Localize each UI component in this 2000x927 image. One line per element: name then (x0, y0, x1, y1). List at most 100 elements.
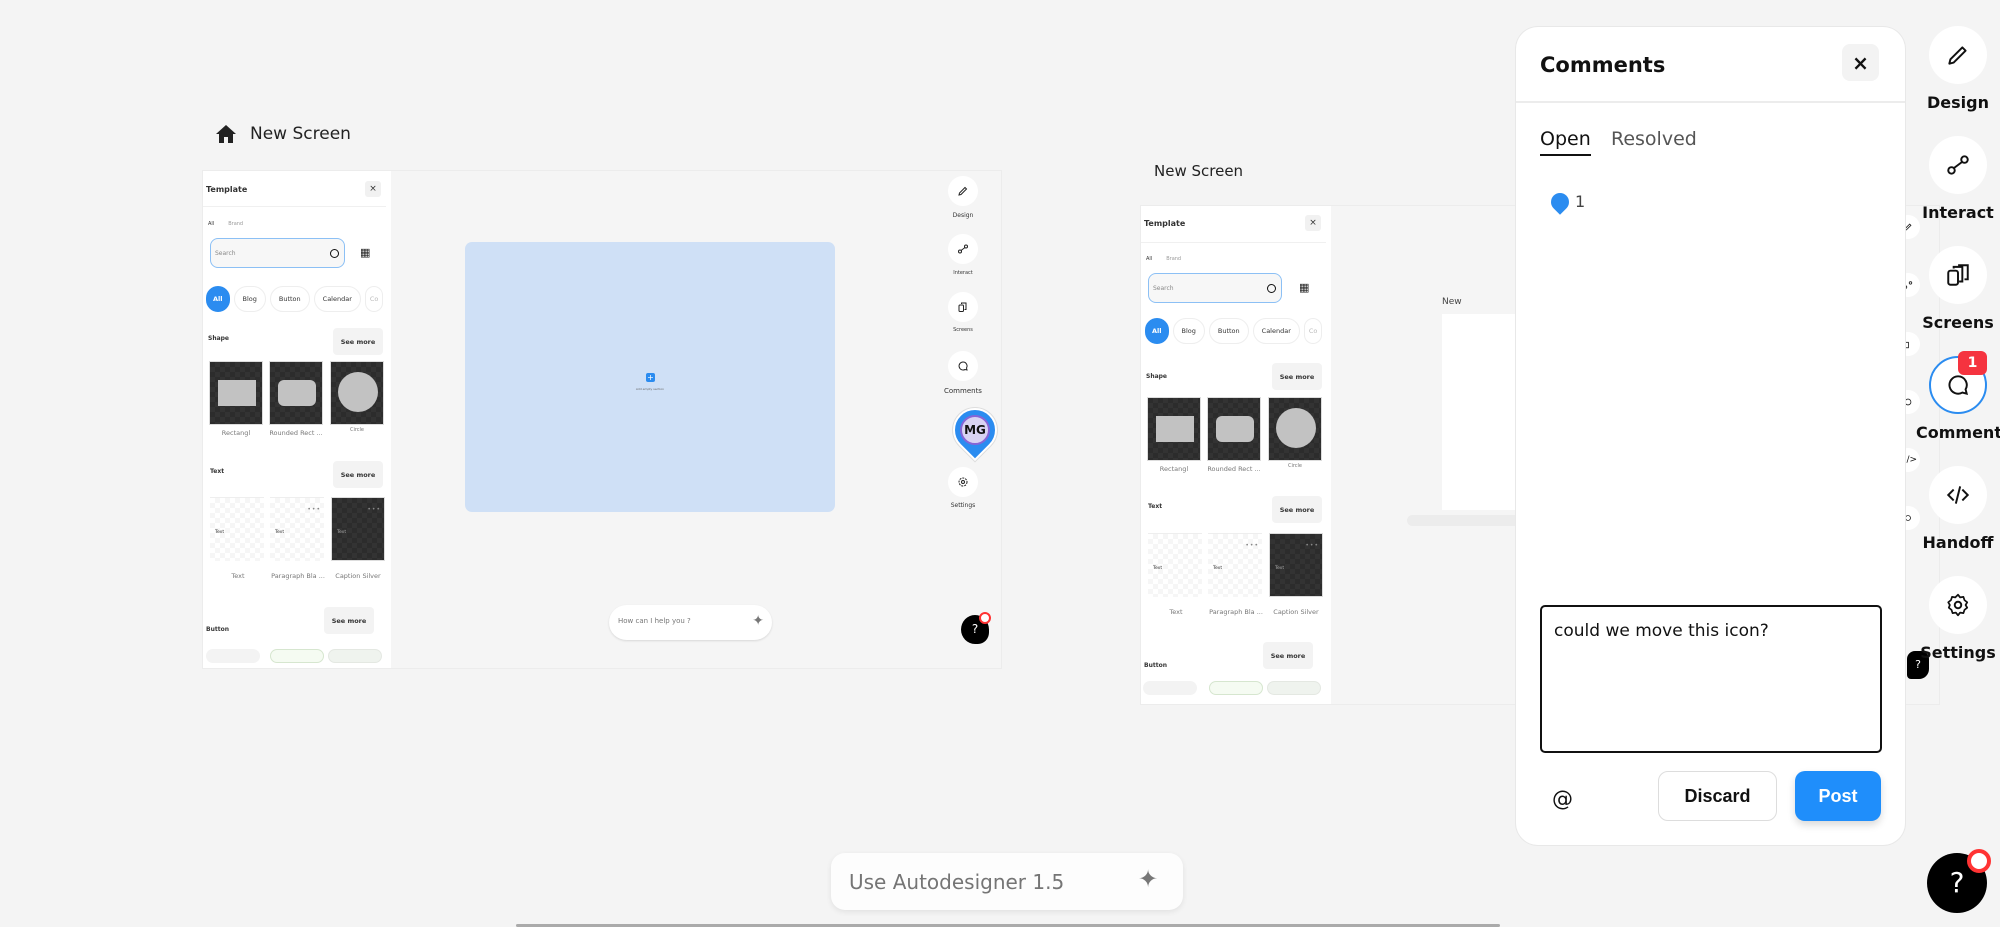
breadcrumb-label[interactable]: New Screen (250, 124, 351, 144)
comment-pin-icon (1547, 188, 1573, 215)
home-icon[interactable] (214, 122, 238, 146)
shape-thumb-rectangle[interactable] (1147, 397, 1201, 461)
chip-button[interactable]: Button (269, 286, 310, 312)
template-tab-brand[interactable]: Brand (1166, 256, 1181, 262)
canvas-section[interactable]: + Add empty section (465, 242, 835, 512)
ask-assistant-input[interactable]: How can I help you ? ✦ (609, 605, 772, 640)
discard-button[interactable]: Discard (1658, 771, 1777, 821)
screen-frame-1[interactable]: Template × All Brand Search ▦ All Blog B… (202, 170, 1002, 669)
template-tab-brand[interactable]: Brand (228, 221, 243, 227)
sparkle-icon[interactable]: ✦ (752, 613, 764, 629)
comment-thread[interactable]: 1 (1547, 188, 1586, 215)
help-button[interactable]: ? (1927, 849, 1991, 913)
section-text-label: Text (1148, 503, 1163, 510)
text-thumb-paragraph[interactable]: ••• Text (1208, 533, 1262, 597)
text-see-more-button[interactable]: See more (333, 461, 383, 488)
search-placeholder: Search (215, 250, 236, 257)
button-see-more-button[interactable]: See more (1263, 642, 1313, 669)
button-preview[interactable] (206, 649, 260, 663)
template-search-input[interactable]: Search (1148, 273, 1282, 303)
shape-thumb-rounded-rect[interactable] (1207, 397, 1261, 461)
divider (1141, 242, 1326, 243)
button-preview[interactable] (270, 649, 324, 663)
screens-icon (1947, 264, 1969, 286)
rail-screens-button[interactable] (948, 292, 978, 322)
chip-more[interactable]: Co (364, 286, 384, 312)
chip-button[interactable]: Button (1208, 318, 1249, 344)
comment-icon (958, 361, 968, 371)
add-section-icon[interactable]: + (646, 373, 655, 382)
rail-design-button[interactable] (948, 176, 978, 206)
text-thumb-text[interactable]: Text (1148, 533, 1202, 597)
search-icon (1267, 284, 1276, 293)
category-chips: All Blog Button Calendar Co (1145, 318, 1323, 344)
shape-thumb-rounded-rect[interactable] (269, 361, 323, 425)
rail-design-button[interactable] (1929, 26, 1987, 84)
button-preview[interactable] (328, 649, 382, 663)
shape-thumb-circle[interactable] (330, 361, 384, 425)
rail-interact-button[interactable] (1929, 136, 1987, 194)
rail-settings-button[interactable] (948, 467, 978, 497)
chip-blog[interactable]: Blog (233, 286, 266, 312)
text-thumb-caption[interactable]: ••• Text (1269, 533, 1323, 597)
chip-all[interactable]: All (1145, 318, 1169, 344)
grid-icon[interactable]: ▦ (360, 246, 370, 259)
rail-comments-button[interactable] (948, 351, 978, 381)
tab-open[interactable]: Open (1540, 128, 1591, 156)
rail-label: Interact (953, 270, 973, 276)
template-tab-all[interactable]: All (208, 221, 214, 227)
chip-calendar[interactable]: Calendar (1252, 318, 1300, 344)
text-thumb-text[interactable]: Text (210, 497, 264, 561)
chip-calendar[interactable]: Calendar (313, 286, 361, 312)
comment-input[interactable] (1540, 605, 1882, 753)
shape-thumb-circle[interactable] (1268, 397, 1322, 461)
text-thumb-caption[interactable]: ••• Text (331, 497, 385, 561)
shape-see-more-button[interactable]: See more (1272, 363, 1322, 390)
rail-screens-button[interactable] (1929, 246, 1987, 304)
template-title: Template (1144, 219, 1186, 228)
text-thumb-paragraph[interactable]: ••• Text (270, 497, 324, 561)
interact-icon (1947, 155, 1969, 175)
interact-icon (958, 244, 968, 254)
grid-icon[interactable]: ▦ (1299, 281, 1309, 294)
button-preview[interactable] (1267, 681, 1321, 695)
shape-see-more-button[interactable]: See more (333, 328, 383, 355)
autodesigner-input[interactable] (831, 853, 1183, 910)
post-button[interactable]: Post (1795, 771, 1881, 821)
tab-resolved[interactable]: Resolved (1611, 128, 1697, 150)
template-close-button[interactable]: × (365, 181, 381, 197)
button-preview[interactable] (1209, 681, 1263, 695)
chip-more[interactable]: Co (1303, 318, 1323, 344)
rail-label: Design (952, 212, 974, 219)
section-button-label: Button (1144, 662, 1167, 669)
rail-interact-button[interactable] (948, 234, 978, 264)
help-button-small[interactable]: ? (961, 612, 991, 644)
frame2-scrollbar[interactable] (1407, 515, 1527, 526)
frame2-title[interactable]: New Screen (1154, 162, 1243, 180)
template-search-input[interactable]: Search (210, 238, 345, 268)
button-preview[interactable] (1143, 681, 1197, 695)
rail-label: Screens (1922, 313, 1994, 332)
pencil-icon (1948, 46, 1967, 65)
section-text-label: Text (210, 468, 225, 475)
frame2-inner-screen[interactable] (1442, 314, 1522, 510)
rail-handoff-button[interactable] (1929, 466, 1987, 524)
divider (1516, 101, 1905, 103)
chip-blog[interactable]: Blog (1172, 318, 1205, 344)
mention-button[interactable]: @ (1552, 787, 1573, 811)
chip-all[interactable]: All (206, 286, 230, 312)
text-label: Caption Silver (1273, 608, 1319, 616)
shape-label: Rounded Rect ... (1207, 465, 1261, 473)
close-icon[interactable]: × (1842, 44, 1879, 81)
button-see-more-button[interactable]: See more (324, 607, 374, 634)
template-tab-all[interactable]: All (1146, 256, 1152, 262)
thread-number: 1 (1575, 192, 1586, 211)
template-close-button[interactable]: × (1305, 215, 1321, 231)
pencil-icon (958, 186, 968, 196)
shape-thumb-rectangle[interactable] (209, 361, 263, 425)
text-see-more-button[interactable]: See more (1272, 496, 1322, 523)
rail-settings-button[interactable] (1929, 576, 1987, 634)
shape-label: Circle (349, 427, 365, 433)
template-panel: Template × All Brand Search ▦ All Blog B… (1141, 206, 1331, 704)
sparkle-icon[interactable]: ✦ (1138, 865, 1158, 893)
